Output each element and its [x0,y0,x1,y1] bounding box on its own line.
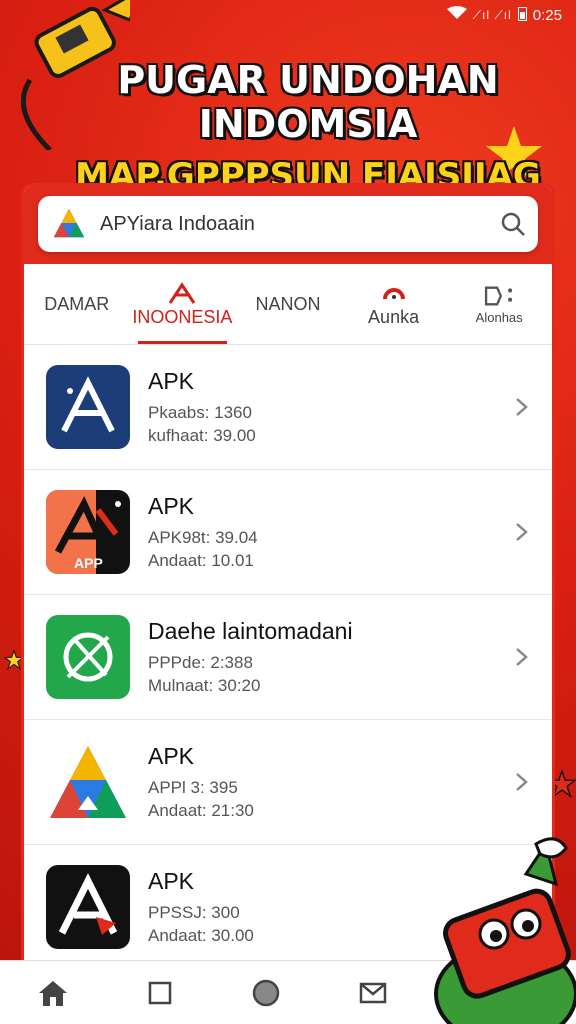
chevron-right-icon [516,773,528,791]
app-meta: APK APK98t: 39.04 Andaat: 10.01 [148,493,514,572]
app-meta: Daehe laintomadani PPPde: 2:388 Mulnaat:… [148,618,514,697]
tab-indonesia[interactable]: INOONESIA [130,264,236,344]
app-badge: APP [74,555,103,571]
tab-label: Alonhas [475,309,523,325]
home-icon [39,980,68,1006]
status-time: 0:25 [532,6,562,24]
tab-label: DAMAR [44,293,110,314]
recent-apps-button[interactable] [142,975,178,1011]
chevron-right-icon [516,398,528,416]
category-tabs: DAMAR INOONESIA NANON Aunka Alonhas [24,264,552,345]
tab-label: INOONESIA [132,306,233,327]
mail-icon [359,982,386,1003]
gauge-icon [382,287,405,299]
app-icon-app: APP [46,490,130,574]
promo-banner: PUGAR UNDOHAN INDOMSIA MAP.GPPPSUN FIAIS… [0,58,576,196]
home-button[interactable] [35,975,71,1011]
app-meta: APK APPl 3: 395 Andaat: 21:30 [148,743,514,822]
app-icon-triangle [46,740,130,824]
app-info: APPl 3: 395 [148,777,238,797]
app-name: APK [148,367,195,394]
chevron-right-icon [516,648,528,666]
tab-label: Aunka [368,306,420,327]
center-button[interactable] [248,975,284,1011]
tab-aunka[interactable]: Aunka [341,264,447,344]
app-info: kufhaat: 39.00 [148,425,256,445]
app-name: APK [148,742,195,769]
tab-label: NANON [255,293,321,314]
search-icon[interactable] [500,211,526,237]
app-icon-black [46,865,130,949]
app-name: Daehe laintomadani [148,617,353,644]
list-item[interactable]: APK Pkaabs: 1360 kufhaat: 39.00 [24,345,552,470]
tab-nanon[interactable]: NANON [235,264,341,344]
messages-button[interactable] [355,975,391,1011]
tab-logo-icon [169,281,196,304]
wifi-icon [446,6,467,24]
signal-icon: ⟋ıl ⟋ıl [472,7,512,22]
search-header [24,186,552,264]
mascot-character-icon [434,837,576,1024]
chevron-right-icon [516,523,528,541]
tab-damar[interactable]: DAMAR [24,264,130,344]
square-icon [148,981,171,1004]
list-item[interactable]: APP APK APK98t: 39.04 Andaat: 10.01 [24,470,552,595]
app-info: Andaat: 21:30 [148,800,254,820]
app-logo-icon [53,208,85,238]
star-decoration-icon [548,770,576,798]
app-icon-green [46,615,130,699]
app-info: Mulnaat: 30:20 [148,675,261,695]
banner-title: PUGAR UNDOHAN INDOMSIA [117,58,499,146]
app-name: APK [148,492,195,519]
more-options-icon [485,286,513,305]
tab-alonhas[interactable]: Alonhas [446,264,552,344]
app-info: APK98t: 39.04 [148,527,258,547]
search-input[interactable] [98,211,500,237]
battery-icon [517,6,527,25]
search-bar[interactable] [38,196,538,252]
list-item[interactable]: Daehe laintomadani PPPde: 2:388 Mulnaat:… [24,595,552,720]
app-meta: APK Pkaabs: 1360 kufhaat: 39.00 [148,368,514,447]
star-decoration-icon [4,650,24,670]
app-info: Andaat: 10.01 [148,550,254,570]
circle-icon [253,979,280,1006]
app-info: Pkaabs: 1360 [148,402,252,422]
app-info: PPPde: 2:388 [148,652,253,672]
app-icon-a [46,365,130,449]
